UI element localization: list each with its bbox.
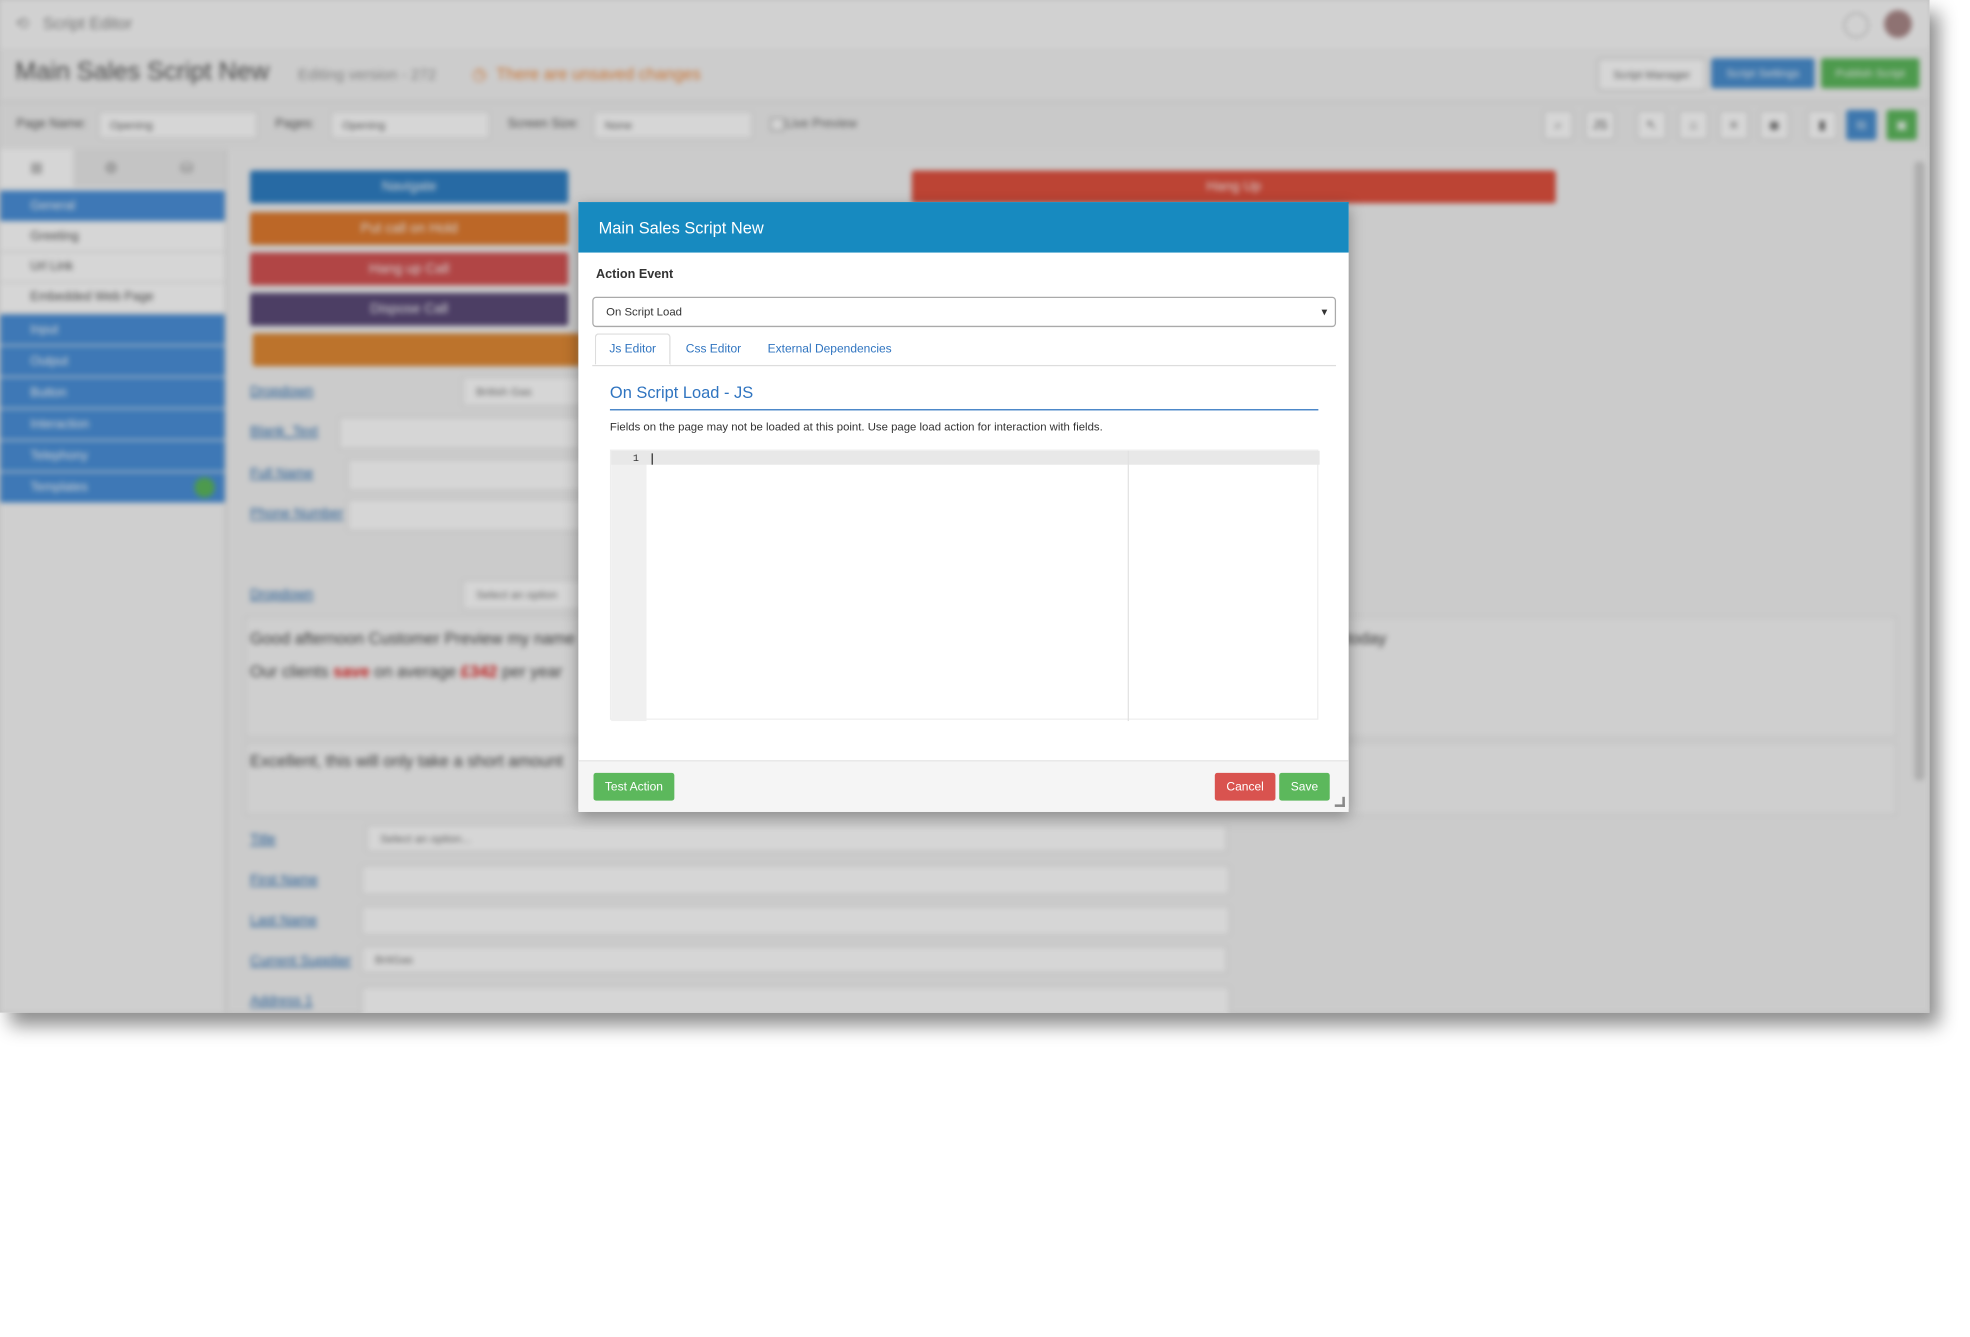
- load-warning-note: Fields on the page may not be loaded at …: [609, 420, 1103, 434]
- modal-header: Main Sales Script New: [578, 202, 1349, 253]
- save-button[interactable]: Save: [1279, 772, 1330, 801]
- js-code-editor[interactable]: 1: [609, 449, 1320, 722]
- text-cursor: [651, 453, 653, 465]
- chevron-down-icon: ▾: [1321, 305, 1328, 319]
- editor-gutter: [611, 450, 647, 722]
- modal-footer: Test Action Cancel Save: [578, 760, 1349, 812]
- tab-external-dependencies[interactable]: External Dependencies: [759, 333, 900, 365]
- editor-active-line: [611, 450, 1320, 465]
- editor-tabs: Js Editor Css Editor External Dependenci…: [592, 333, 1337, 367]
- test-action-button[interactable]: Test Action: [593, 772, 675, 801]
- editor-print-margin: [1127, 450, 1129, 722]
- section-title: On Script Load - JS: [609, 383, 1319, 411]
- action-event-label: Action Event: [596, 267, 674, 282]
- tab-css-editor[interactable]: Css Editor: [673, 333, 754, 365]
- line-number: 1: [632, 453, 639, 465]
- resize-handle-icon[interactable]: [1334, 796, 1345, 807]
- tab-js-editor[interactable]: Js Editor: [594, 333, 671, 365]
- screenshot-frame: ⟲ Script Editor Main Sales Script New Ed…: [0, 0, 1930, 1013]
- modal-title: Main Sales Script New: [598, 217, 764, 237]
- action-event-value: On Script Load: [606, 305, 682, 319]
- stage: ⟲ Script Editor Main Sales Script New Ed…: [0, 0, 1970, 1337]
- action-event-select[interactable]: On Script Load ▾: [592, 296, 1337, 328]
- action-event-modal: Main Sales Script New Action Event On Sc…: [578, 202, 1349, 812]
- cancel-button[interactable]: Cancel: [1214, 772, 1276, 801]
